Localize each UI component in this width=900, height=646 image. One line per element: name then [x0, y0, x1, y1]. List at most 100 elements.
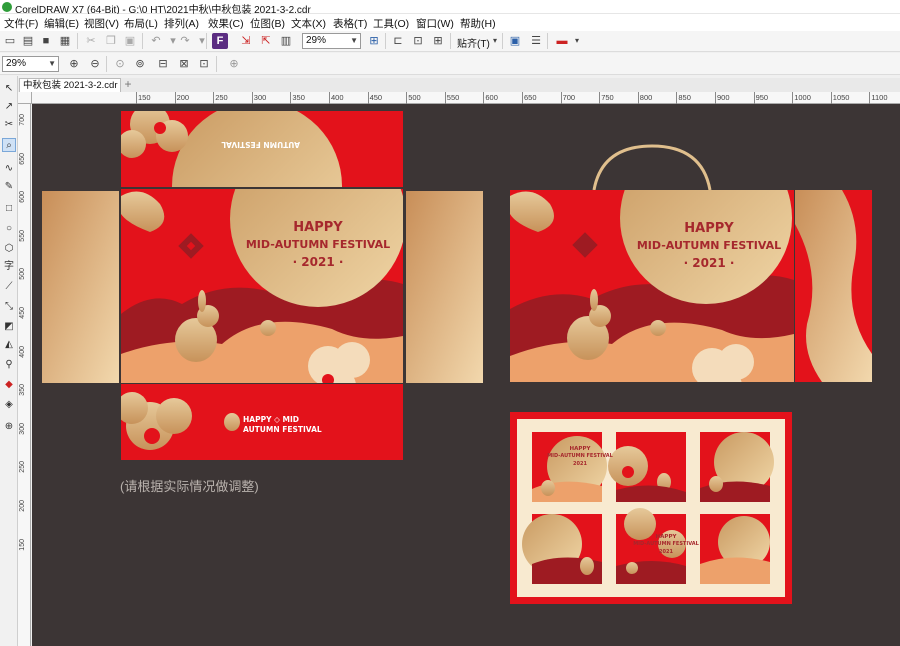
paste-icon[interactable]: ▣	[122, 33, 138, 49]
zoom-level-select[interactable]: 29% ▼	[302, 33, 361, 49]
document-tab[interactable]: 中秋包装 2021-3-2.cdr	[19, 78, 121, 92]
horizontal-ruler[interactable]: 150 200 250 300 350 400 450 500 550 600 650 700 750 8…	[32, 92, 900, 104]
artistic-media-tool-icon[interactable]: ✎	[2, 180, 16, 194]
bag-front-panel[interactable]	[510, 132, 794, 404]
bag-handle[interactable]	[592, 144, 712, 191]
zoom-to-page-height-icon[interactable]: ⊡	[196, 56, 212, 72]
menu-view[interactable]: 视图(V)	[84, 16, 119, 31]
show-grid-icon[interactable]: ⊡	[410, 33, 426, 49]
toolbar-separator	[106, 56, 107, 72]
export-icon[interactable]: ⇱	[258, 33, 274, 49]
menu-help[interactable]: 帮助(H)	[460, 16, 496, 31]
launcher-dropdown-icon[interactable]: ▾	[569, 33, 585, 49]
box-right-side-panel[interactable]	[406, 191, 483, 383]
undo-icon[interactable]: ↶	[148, 33, 164, 49]
add-tool-icon[interactable]: ⊕	[2, 420, 16, 434]
new-tab-icon[interactable]: +	[121, 78, 135, 92]
search-content-icon[interactable]: F	[212, 33, 228, 49]
tray-compartment[interactable]	[522, 514, 602, 584]
zoom-levels-select[interactable]: 29% ▼	[2, 56, 59, 72]
ruler-label: 400	[331, 93, 344, 102]
application-launcher-icon[interactable]: ▬	[554, 33, 570, 49]
zoom-tool-icon[interactable]: ⌕	[2, 138, 16, 152]
full-screen-icon[interactable]: ⊞	[366, 33, 382, 49]
ruler-label: 350	[19, 384, 26, 396]
zoom-in-icon[interactable]: ⊕	[66, 56, 82, 72]
drawing-canvas[interactable]: AUTUMN FESTIVAL HAPPY MID-AUTUMN FESTIVA…	[32, 104, 900, 646]
rectangle-tool-icon[interactable]: □	[2, 202, 16, 216]
ruler-origin-corner[interactable]	[18, 92, 32, 104]
zoom-to-selected-icon[interactable]: ⊙	[112, 56, 128, 72]
zoom-to-page-width-icon[interactable]: ⊠	[176, 56, 192, 72]
tray-year-text: 2021	[659, 549, 673, 555]
zoom-out-icon[interactable]: ⊖	[87, 56, 103, 72]
shape-tool-icon[interactable]: ↗	[2, 100, 16, 114]
ruler-tick	[406, 92, 408, 104]
menu-window[interactable]: 窗口(W)	[416, 16, 454, 31]
parallel-dimension-tool-icon[interactable]: ⟋	[2, 280, 16, 294]
connector-tool-icon[interactable]: ⤡	[2, 300, 16, 314]
new-document-icon[interactable]: ▭	[2, 33, 18, 49]
ruler-label: 150	[138, 93, 151, 102]
freehand-tool-icon[interactable]: ∿	[2, 162, 16, 176]
ruler-label: 600	[485, 93, 498, 102]
tray-compartment[interactable]	[532, 432, 607, 502]
ruler-tick	[560, 92, 562, 104]
save-icon[interactable]: ■	[38, 33, 54, 49]
redo-icon[interactable]: ↷	[177, 33, 193, 49]
tray-year-text: 2021	[573, 461, 587, 467]
publish-pdf-icon[interactable]: ▥	[278, 33, 294, 49]
cut-icon[interactable]: ✂	[83, 33, 99, 49]
show-guidelines-icon[interactable]: ⊞	[430, 33, 446, 49]
chevron-down-icon: ▼	[350, 36, 358, 45]
print-icon[interactable]: ▦	[57, 33, 73, 49]
tray-compartment[interactable]	[608, 432, 686, 502]
snap-to-button[interactable]: 贴齐(T)	[457, 35, 490, 50]
box-happy-text: HAPPY	[293, 220, 343, 235]
menu-tools[interactable]: 工具(O)	[373, 16, 409, 31]
transparency-tool-icon[interactable]: ◭	[2, 338, 16, 352]
menu-arrange[interactable]: 排列(A)	[164, 16, 199, 31]
import-icon[interactable]: ⇲	[238, 33, 254, 49]
interactive-fill-tool-icon[interactable]: ◆	[2, 378, 16, 392]
welcome-screen-icon[interactable]: ▣	[507, 33, 523, 49]
text-tool-icon[interactable]: 字	[2, 260, 16, 274]
show-rulers-icon[interactable]: ⊏	[390, 33, 406, 49]
smart-fill-tool-icon[interactable]: ◈	[2, 398, 16, 412]
crop-tool-icon[interactable]: ✂	[2, 118, 16, 132]
menu-layout[interactable]: 布局(L)	[124, 16, 158, 31]
bag-side-panel[interactable]	[795, 190, 872, 382]
ruler-label: 650	[524, 93, 537, 102]
vertical-ruler[interactable]: 700 650 600 550 500 450 400 350 300 250 200 150	[18, 104, 31, 646]
ruler-tick	[290, 92, 292, 104]
copy-icon[interactable]: ❐	[103, 33, 119, 49]
menu-file[interactable]: 文件(F)	[4, 16, 38, 31]
ruler-label: 500	[408, 93, 421, 102]
drop-shadow-tool-icon[interactable]: ◩	[2, 320, 16, 334]
ruler-tick	[136, 92, 137, 104]
menu-edit[interactable]: 编辑(E)	[44, 16, 79, 31]
box-left-side-panel[interactable]	[42, 191, 119, 383]
open-icon[interactable]: ▤	[20, 33, 36, 49]
options-icon[interactable]: ☰	[528, 33, 544, 49]
ellipse-tool-icon[interactable]: ○	[2, 222, 16, 236]
toolbar-separator	[385, 33, 386, 49]
add-toolbar-item-icon[interactable]: ⊕	[226, 56, 242, 72]
snap-dropdown-icon[interactable]: ▾	[487, 33, 503, 49]
ruler-tick	[869, 92, 871, 104]
tray-compartment[interactable]	[700, 514, 770, 584]
menu-bitmaps[interactable]: 位图(B)	[250, 16, 285, 31]
menu-text[interactable]: 文本(X)	[291, 16, 326, 31]
redo-dropdown-icon[interactable]: ▾	[194, 33, 210, 49]
pick-tool-icon[interactable]: ↖	[2, 82, 16, 96]
polygon-tool-icon[interactable]: ⬡	[2, 242, 16, 256]
ruler-tick	[753, 92, 755, 104]
tray-compartment[interactable]	[700, 432, 774, 502]
color-eyedropper-tool-icon[interactable]: ⚲	[2, 358, 16, 372]
ruler-label: 250	[19, 461, 26, 474]
zoom-to-all-objects-icon[interactable]: ⊚	[132, 56, 148, 72]
zoom-to-page-icon[interactable]: ⊟	[155, 56, 171, 72]
menu-effects[interactable]: 效果(C)	[208, 16, 244, 31]
ruler-label: 200	[19, 500, 26, 512]
menu-table[interactable]: 表格(T)	[333, 16, 367, 31]
